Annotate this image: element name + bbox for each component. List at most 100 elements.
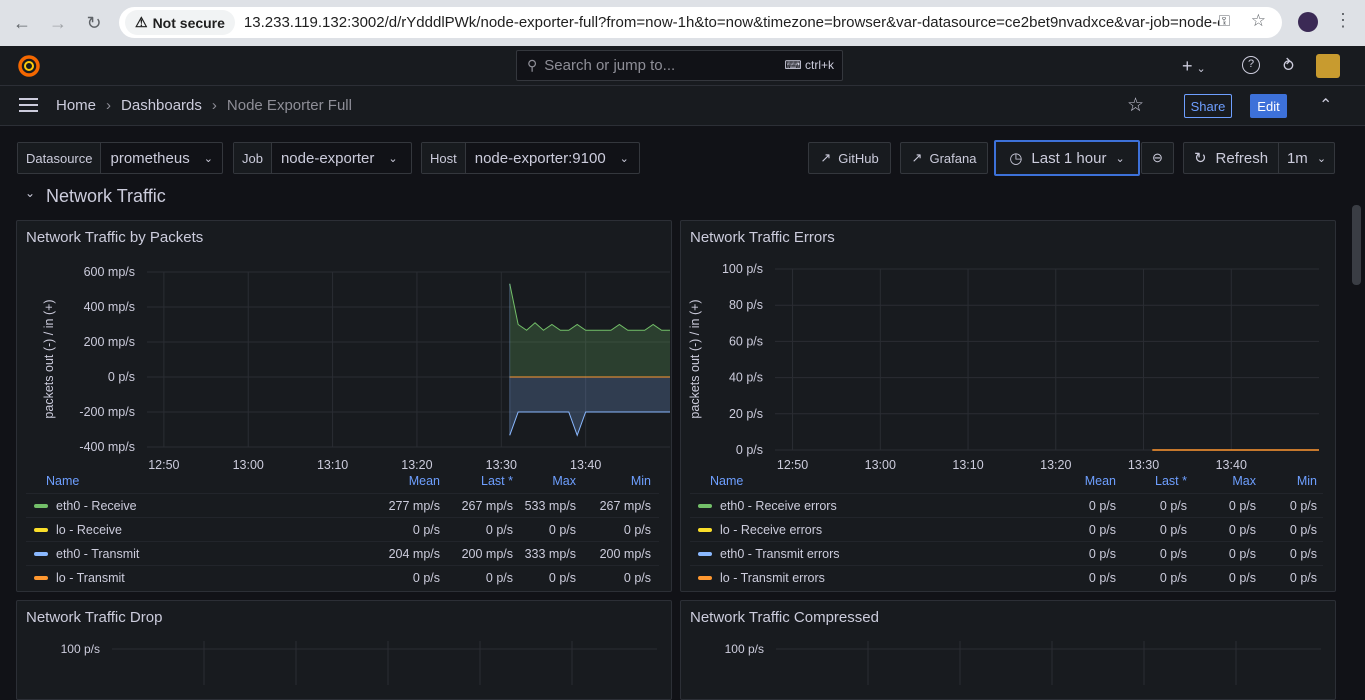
legend-mean: 0 p/s	[412, 522, 440, 537]
refresh-icon: ↻	[1193, 150, 1207, 167]
star-icon[interactable]: ☆	[1251, 11, 1266, 31]
chevron-right-icon: ›	[106, 97, 112, 114]
legend-row[interactable]: eth0 - Receive 277 mp/s 267 mp/s 533 mp/s 26…	[26, 493, 659, 517]
legend-min: 0 p/s	[1289, 522, 1317, 537]
grafana-logo-icon[interactable]	[17, 54, 41, 78]
shortcut-hint: ⌨ ctrl+k	[784, 58, 834, 72]
legend-max: 0 p/s	[1228, 570, 1256, 585]
search-icon: ⚲	[527, 57, 538, 73]
legend-row[interactable]: eth0 - Receive errors 0 p/s 0 p/s 0 p/s 0 p/…	[690, 493, 1323, 517]
chevron-down-icon: ⌄	[1115, 152, 1125, 165]
breadcrumb-home[interactable]: Home	[56, 97, 96, 114]
help-icon[interactable]: ?	[1242, 56, 1260, 74]
legend-row[interactable]: eth0 - Transmit errors 0 p/s 0 p/s 0 p/s 0 p…	[690, 541, 1323, 565]
refresh-interval-picker[interactable]: 1m ⌄	[1278, 142, 1335, 174]
not-secure-label: Not secure	[152, 14, 225, 31]
legend-mean: 0 p/s	[1088, 498, 1116, 513]
user-avatar[interactable]	[1316, 54, 1340, 78]
forward-icon[interactable]: →	[46, 11, 70, 35]
menu-hamburger-icon[interactable]	[19, 98, 38, 112]
variable-host[interactable]: Host node-exporter:9100 ⌄	[421, 142, 640, 174]
profile-avatar[interactable]	[1298, 12, 1318, 32]
collapse-icon[interactable]: ⌃	[1319, 95, 1332, 115]
legend-max: 0 p/s	[1228, 546, 1256, 561]
external-link-icon: ↗	[820, 150, 832, 165]
reload-icon[interactable]: ↻	[82, 11, 106, 35]
compressed-chart-stub: 100 p/s	[725, 641, 1321, 685]
panel-network-traffic-drop: Network Traffic Drop 100 p/s	[16, 600, 672, 700]
legend-row[interactable]: lo - Transmit errors 0 p/s 0 p/s 0 p/s 0 p/s	[690, 565, 1323, 589]
zoom-out-button[interactable]: ⊖	[1141, 142, 1174, 174]
legend-last: 0 p/s	[485, 570, 513, 585]
legend-col-max[interactable]: Max	[513, 474, 576, 488]
legend-name: eth0 - Transmit errors	[720, 546, 840, 561]
legend-col-max[interactable]: Max	[1187, 474, 1256, 488]
github-link-button[interactable]: ↗ GitHub	[808, 142, 891, 174]
address-bar[interactable]: ⚠ Not secure 13.233.119.132:3002/d/rYdddl…	[119, 7, 1282, 38]
dashboard-navbar: Home › Dashboards › Node Exporter Full ☆…	[0, 86, 1365, 126]
y-tick-label: 0 p/s	[736, 443, 763, 457]
grafana-link-button[interactable]: ↗ Grafana	[900, 142, 988, 174]
legend-col-name[interactable]: Name	[710, 474, 920, 488]
legend-last: 0 p/s	[485, 522, 513, 537]
refresh-button[interactable]: ↻ Refresh	[1183, 142, 1279, 174]
external-link-icon: ↗	[911, 150, 923, 165]
time-range-picker[interactable]: ◷ Last 1 hour ⌄	[994, 140, 1140, 176]
legend-max: 0 p/s	[548, 570, 576, 585]
y-tick-label: 40 p/s	[729, 371, 763, 385]
legend-min: 0 p/s	[1289, 546, 1317, 561]
errors-chart[interactable]: 100 p/s80 p/s60 p/s40 p/s20 p/s0 p/s12:5…	[681, 221, 1337, 481]
clock-icon: ◷	[1009, 150, 1023, 167]
legend-row[interactable]: lo - Transmit 0 p/s 0 p/s 0 p/s 0 p/s	[26, 565, 659, 589]
back-icon[interactable]: ←	[10, 11, 34, 35]
edit-button[interactable]: Edit	[1250, 94, 1287, 118]
legend-row[interactable]: eth0 - Transmit 204 mp/s 200 mp/s 333 mp/s 2…	[26, 541, 659, 565]
legend-col-name[interactable]: Name	[46, 474, 256, 488]
search-placeholder: Search or jump to...	[544, 57, 676, 74]
github-label: GitHub	[838, 150, 879, 166]
star-icon[interactable]: ☆	[1127, 94, 1144, 117]
legend-mean: 0 p/s	[1088, 546, 1116, 561]
panel-network-traffic-compressed: Network Traffic Compressed 100 p/s	[680, 600, 1336, 700]
legend-min: 0 p/s	[623, 522, 651, 537]
menu-kebab-icon[interactable]: ⋮	[1334, 10, 1352, 31]
legend-col-last[interactable]: Last *	[440, 474, 513, 488]
panel-network-traffic-errors: Network Traffic Errors 100 p/s 80 p/s 60 p…	[680, 220, 1336, 592]
y-tick-label: 600 mp/s	[84, 265, 135, 279]
url-text[interactable]: 13.233.119.132:3002/d/rYdddlPWk/node-exp…	[244, 14, 1219, 31]
search-input[interactable]: ⚲ Search or jump to... ⌨ ctrl+k	[516, 50, 843, 81]
legend-last: 0 p/s	[1159, 522, 1187, 537]
key-icon[interactable]: ⚿	[1219, 13, 1230, 30]
variable-label: Job	[234, 143, 272, 173]
series-area	[509, 377, 670, 436]
breadcrumb: Home › Dashboards › Node Exporter Full	[56, 97, 352, 114]
row-collapse-icon[interactable]: ⌄	[25, 186, 35, 200]
breadcrumb-dashboards[interactable]: Dashboards	[121, 97, 202, 114]
variable-job[interactable]: Job node-exporter ⌄	[233, 142, 412, 174]
legend-row[interactable]: lo - Receive errors 0 p/s 0 p/s 0 p/s 0 p/s	[690, 517, 1323, 541]
variable-label: Datasource	[18, 143, 102, 173]
variable-label: Host	[422, 143, 466, 173]
packets-chart[interactable]: 600 mp/s 400 mp/s 200 mp/s 0 p/s -200 mp/s -4…	[17, 221, 673, 481]
y-tick-label: 0 p/s	[108, 370, 135, 384]
share-button[interactable]: Share	[1184, 94, 1232, 118]
refresh-label: Refresh	[1215, 149, 1269, 167]
legend-row[interactable]: lo - Receive 0 p/s 0 p/s 0 p/s 0 p/s	[26, 517, 659, 541]
legend-col-last[interactable]: Last *	[1116, 474, 1187, 488]
legend-mean: 0 p/s	[1088, 522, 1116, 537]
legend-table: Name Mean Last * Max Min eth0 - Receive …	[690, 469, 1323, 589]
legend-col-min[interactable]: Min	[576, 474, 651, 488]
variable-datasource[interactable]: Datasource prometheus ⌄	[17, 142, 223, 174]
legend-col-mean[interactable]: Mean	[920, 474, 1116, 488]
row-title[interactable]: Network Traffic	[46, 186, 166, 207]
scrollbar-thumb[interactable]	[1352, 205, 1361, 285]
legend-col-min[interactable]: Min	[1256, 474, 1317, 488]
y-tick-label: -400 mp/s	[79, 440, 135, 454]
legend-min: 0 p/s	[1289, 498, 1317, 513]
news-feed-icon[interactable]: ⥁	[1283, 56, 1294, 76]
legend-mean: 277 mp/s	[388, 498, 440, 513]
legend-col-mean[interactable]: Mean	[256, 474, 440, 488]
drop-chart-stub: 100 p/s	[61, 641, 657, 685]
security-chip[interactable]: ⚠ Not secure	[125, 10, 235, 35]
add-menu-button[interactable]: + ⌄	[1182, 56, 1206, 77]
